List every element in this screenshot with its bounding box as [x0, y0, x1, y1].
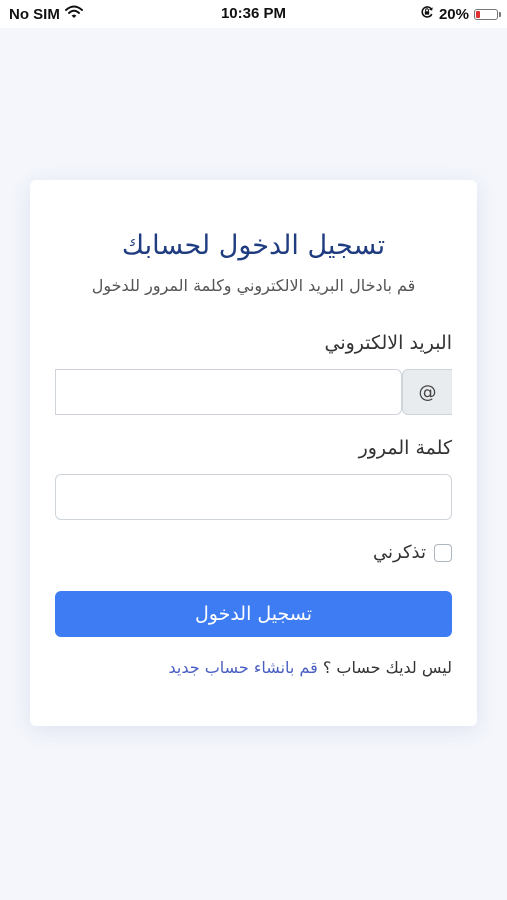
status-bar: No SIM 10:36 PM 20% — [0, 0, 507, 28]
signup-link[interactable]: قم بانشاء حساب جديد — [168, 658, 317, 677]
login-button[interactable]: تسجيل الدخول — [55, 591, 452, 637]
login-card: تسجيل الدخول لحسابك قم بادخال البريد الا… — [30, 180, 477, 726]
password-field[interactable] — [55, 474, 452, 520]
orientation-lock-icon — [420, 5, 434, 23]
no-account-text: ليس لديك حساب ؟ — [322, 658, 452, 677]
status-bar-right: 20% — [420, 5, 501, 23]
remember-checkbox[interactable] — [434, 543, 452, 562]
email-field[interactable] — [55, 369, 402, 415]
battery-icon — [474, 8, 501, 20]
signup-prompt: ليس لديك حساب ؟ قم بانشاء حساب جديد — [168, 658, 452, 677]
page-title: تسجيل الدخول لحسابك — [121, 230, 386, 261]
email-label: البريد الالكتروني — [324, 332, 453, 354]
page-subtitle: قم بادخال البريد الالكتروني وكلمة المرور… — [91, 276, 416, 295]
battery-percent: 20% — [438, 5, 469, 23]
at-sign-icon: @ — [402, 369, 452, 415]
password-label: كلمة المرور — [358, 437, 452, 459]
remember-me[interactable]: تذكرني — [373, 542, 452, 563]
email-input-group: @ — [55, 369, 452, 415]
battery-level — [476, 10, 480, 18]
remember-label[interactable]: تذكرني — [373, 542, 426, 563]
